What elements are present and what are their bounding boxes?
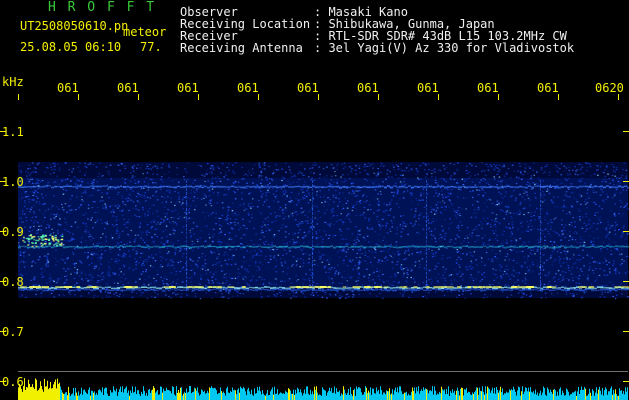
unit-label: kHz (2, 75, 24, 89)
x-tick-7: 061 (417, 81, 439, 95)
count-label: 77. (140, 40, 162, 54)
filename-label: UT2508050610.pn (20, 19, 129, 33)
x-tick-4: 061 (237, 81, 259, 95)
mode-label: meteor (123, 25, 167, 39)
x-tick-6: 061 (357, 81, 379, 95)
x-tick-8: 061 (477, 81, 499, 95)
x-tick-1: 061 (57, 81, 79, 95)
noise-layer (18, 162, 629, 300)
y-tick-0.7: 0.7 (2, 325, 24, 339)
brand-title: H R O F F T (48, 0, 157, 15)
y-tick-1.0: 1.0 (2, 175, 24, 189)
spectrogram (0, 94, 629, 400)
antenna-value: : 3el Yagi(V) Az 330 for Vladivostok (314, 41, 575, 55)
x-tick-5: 061 (297, 81, 319, 95)
bottom-bar (18, 378, 628, 400)
x-tick-3: 061 (177, 81, 199, 95)
y-tick-0.9: 0.9 (2, 225, 24, 239)
x-tick-2: 061 (117, 81, 139, 95)
x-tick-10: 0620 (595, 81, 624, 95)
date-time-label: 25.08.05 06:10 (20, 40, 122, 54)
y-tick-1.1: 1.1 (2, 125, 24, 139)
x-tick-9: 061 (537, 81, 559, 95)
y-tick-0.8: 0.8 (2, 275, 24, 289)
y-tick-0.6: 0.6 (2, 375, 24, 389)
antenna-label: Receiving Antenna (180, 41, 303, 55)
